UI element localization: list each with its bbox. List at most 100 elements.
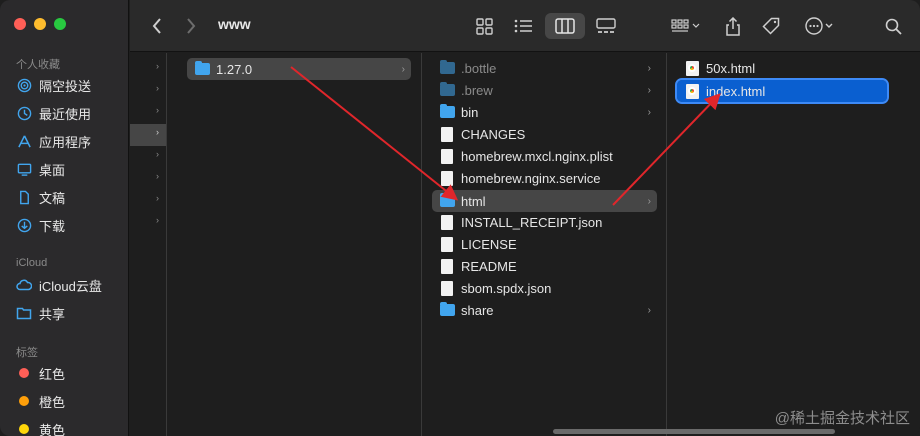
red-tag-dot [19,368,29,378]
list-item[interactable]: bin › [432,101,657,123]
sidebar-item-label: iCloud云盘 [39,278,102,294]
sidebar-item-tag-orange[interactable]: 橙色 [16,390,65,412]
file-icon [439,258,455,274]
chevron-right-icon: › [156,61,159,71]
chevron-right-icon: › [647,62,651,74]
gallery-view-button[interactable] [591,13,621,39]
column-divider[interactable] [166,53,167,436]
sidebar-item-label: 文稿 [39,190,66,206]
toolbar: www [130,0,920,52]
sidebar-item-label: 下载 [39,218,66,234]
list-item[interactable]: .bottle › [432,57,657,79]
folder-icon [439,82,455,98]
sidebar-item-label: 隔空投送 [39,78,92,94]
applications-icon [16,133,32,149]
chevron-right-icon: › [156,83,159,93]
more-icon [805,17,833,35]
column-divider[interactable] [421,53,422,436]
tag-button[interactable] [758,13,784,39]
forward-button[interactable] [180,13,202,39]
sidebar-item-shared[interactable]: 共享 [16,302,65,324]
list-item[interactable]: homebrew.mxcl.nginx.plist [432,145,657,167]
chevron-left-icon [152,18,161,34]
item-label: LICENSE [461,236,517,252]
list-view-button[interactable] [508,13,538,39]
list-item[interactable]: 50x.html [677,57,887,79]
item-label: 1.27.0 [216,61,253,77]
icon-view-button[interactable] [469,13,499,39]
icloud-header: iCloud [16,257,48,269]
close-button[interactable] [14,18,26,30]
file-icon [439,280,455,296]
chevron-right-icon: › [647,304,651,316]
folder-icon [439,60,455,76]
list-item[interactable]: 1.27.0 › [187,58,411,80]
sidebar-item-label: 应用程序 [39,134,92,150]
list-item[interactable]: index.html [675,78,889,104]
sidebar-item-label: 红色 [39,366,66,382]
chevron-right-icon: › [156,127,159,137]
search-icon [885,18,902,35]
window-title: www [218,16,251,32]
sidebar-item-tag-red[interactable]: 红色 [16,362,65,384]
list-item[interactable]: INSTALL_RECEIPT.json [432,211,657,233]
chevron-right-icon: › [156,215,159,225]
share-button[interactable] [720,13,746,39]
list-item[interactable]: CHANGES [432,123,657,145]
sidebar-item-applications[interactable]: 应用程序 [16,130,91,152]
group-by-button[interactable] [666,13,706,39]
sidebar-item-icloud-drive[interactable]: iCloud云盘 [16,274,102,296]
list-item[interactable]: .brew › [432,79,657,101]
chevron-right-icon: › [647,106,651,118]
chevron-right-icon: › [156,105,159,115]
item-label: 50x.html [706,60,756,76]
column-divider[interactable] [666,53,667,436]
list-item[interactable]: homebrew.nginx.service [432,167,657,189]
sidebar-item-downloads[interactable]: 下载 [16,214,65,236]
chevron-right-icon: › [647,84,651,96]
item-label: .bottle [461,60,497,76]
sidebar: 个人收藏 隔空投送 最近使用 应用程序 桌面 文稿 下载 iCloud iClo… [0,0,129,436]
list-item[interactable]: share › [432,299,657,321]
tag-icon [762,17,780,35]
yellow-tag-dot [19,424,29,434]
sidebar-item-recents[interactable]: 最近使用 [16,102,91,124]
sidebar-item-airdrop[interactable]: 隔空投送 [16,74,91,96]
cloud-icon [16,277,32,293]
file-icon [439,214,455,230]
item-label: index.html [706,83,766,99]
column-view-icon [555,18,575,34]
parent-column-selection [130,124,166,146]
sidebar-item-label: 最近使用 [39,106,92,122]
list-item[interactable]: sbom.spdx.json [432,277,657,299]
item-label: sbom.spdx.json [461,280,552,296]
chevron-right-icon: › [401,63,405,75]
tags-header: 标签 [16,347,38,359]
airdrop-icon [16,77,32,93]
folder-icon [439,104,455,120]
list-item[interactable]: LICENSE [432,233,657,255]
sidebar-item-label: 橙色 [39,394,66,410]
folder-icon [439,302,455,318]
chevron-right-icon: › [647,195,651,207]
share-icon [726,16,740,36]
folder-icon [439,193,455,209]
zoom-button[interactable] [54,18,66,30]
sidebar-item-label: 黄色 [39,422,66,436]
search-button[interactable] [880,13,906,39]
chevron-right-icon: › [156,171,159,181]
item-label: share [461,302,494,318]
item-label: INSTALL_RECEIPT.json [461,214,603,230]
sidebar-item-desktop[interactable]: 桌面 [16,158,65,180]
sidebar-item-documents[interactable]: 文稿 [16,186,65,208]
minimize-button[interactable] [34,18,46,30]
column-view-button[interactable] [545,13,585,39]
horizontal-scrollbar[interactable] [553,429,835,434]
item-label: html [461,193,486,209]
more-actions-button[interactable] [800,13,840,39]
finder-window: 个人收藏 隔空投送 最近使用 应用程序 桌面 文稿 下载 iCloud iClo… [0,0,920,436]
list-item[interactable]: README [432,255,657,277]
back-button[interactable] [146,13,168,39]
list-item[interactable]: html › [432,190,657,212]
sidebar-item-tag-yellow[interactable]: 黄色 [16,418,65,436]
